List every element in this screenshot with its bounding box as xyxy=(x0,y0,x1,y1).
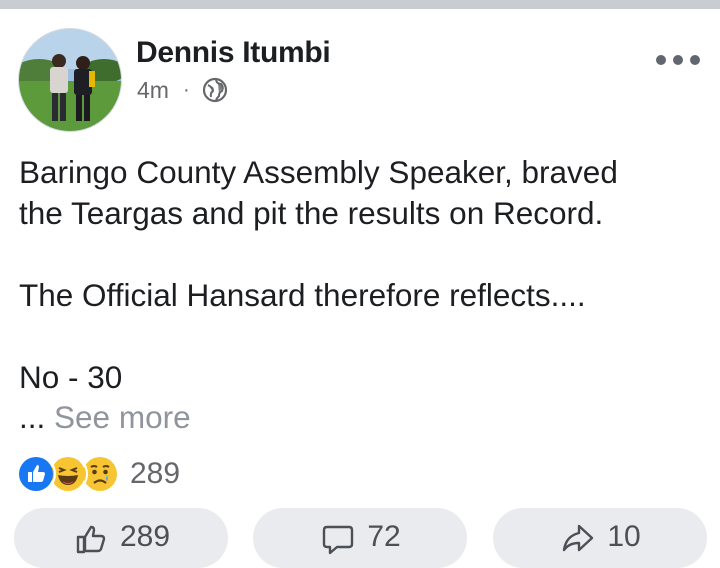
comment-button[interactable]: 72 xyxy=(253,508,467,568)
profile-photo xyxy=(19,29,121,131)
post-body: Baringo County Assembly Speaker, braved … xyxy=(19,152,699,398)
like-count: 289 xyxy=(119,520,171,553)
comment-count: 72 xyxy=(367,520,401,553)
globe-icon[interactable] xyxy=(202,77,228,103)
avatar[interactable] xyxy=(18,28,122,132)
like-button[interactable]: 289 xyxy=(14,508,228,568)
thumbs-up-icon xyxy=(76,525,106,554)
post-paragraph: The Official Hansard therefore reflects.… xyxy=(19,277,586,313)
see-more-row: ... See more xyxy=(19,397,191,438)
share-button[interactable]: 10 xyxy=(493,508,707,568)
like-reaction-icon xyxy=(16,454,56,494)
reaction-count: 289 xyxy=(130,457,181,490)
see-more-link[interactable]: See more xyxy=(54,399,191,435)
author-name[interactable]: Dennis Itumbi xyxy=(136,36,331,70)
meta-separator: · xyxy=(182,78,190,101)
share-icon xyxy=(563,524,594,552)
top-divider xyxy=(0,0,720,9)
post-meta: 4m · xyxy=(137,76,228,104)
more-options-button[interactable] xyxy=(656,52,700,68)
post-paragraph: Baringo County Assembly Speaker, braved … xyxy=(19,154,618,231)
comment-icon xyxy=(323,525,354,555)
ellipsis-dot xyxy=(673,55,683,65)
ellipsis-icon xyxy=(656,55,666,65)
reaction-summary[interactable]: 289 xyxy=(16,454,181,494)
share-count: 10 xyxy=(607,520,641,553)
post-paragraph: No - 30 xyxy=(19,359,123,395)
ellipsis-dot xyxy=(690,55,700,65)
truncation-ellipsis: ... xyxy=(19,399,46,435)
post-time[interactable]: 4m xyxy=(137,77,169,104)
